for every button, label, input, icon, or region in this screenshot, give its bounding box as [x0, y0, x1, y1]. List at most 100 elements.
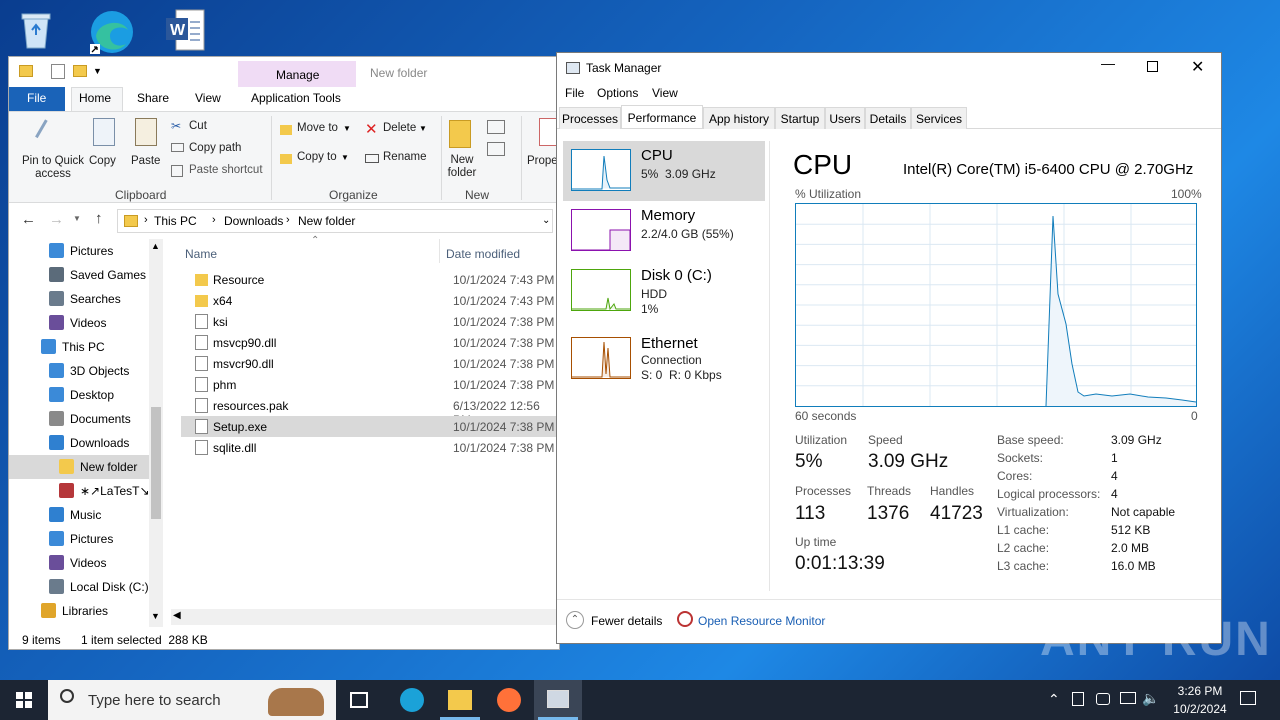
nav-item[interactable]: Videos [9, 311, 149, 335]
chevron-up-icon[interactable]: ⌃ [566, 611, 584, 629]
clock-time[interactable]: 3:26 PM [1160, 684, 1240, 698]
up-icon[interactable]: ↑ [95, 210, 103, 227]
nav-item[interactable]: ∗↗LaTesT↘S [9, 479, 158, 503]
fewer-details-button[interactable]: Fewer details [591, 614, 662, 628]
tab-app-history[interactable]: App history [703, 107, 775, 129]
menu-view[interactable]: View [652, 86, 678, 100]
tab-users[interactable]: Users [825, 107, 865, 129]
copy-path-button[interactable]: Copy path [189, 142, 241, 154]
move-to-button[interactable]: Move to [297, 122, 338, 134]
nav-item[interactable]: Saved Games [9, 263, 149, 287]
back-icon[interactable]: ← [21, 211, 36, 228]
chevron-down-icon[interactable]: ▼ [93, 66, 102, 76]
scroll-thumb[interactable] [151, 407, 161, 519]
tab-share[interactable]: Share [137, 91, 169, 105]
cut-button[interactable]: Cut [189, 120, 207, 132]
resource-ethernet[interactable]: Ethernet Connection S: 0 R: 0 Kbps [563, 329, 765, 389]
resource-cpu[interactable]: CPU 5% 3.09 GHz [563, 141, 765, 201]
new-item-icon[interactable] [487, 120, 505, 134]
easy-access-icon[interactable] [487, 142, 505, 156]
forward-icon[interactable]: → [49, 211, 64, 228]
paste-button[interactable]: Paste [131, 155, 160, 167]
nav-item[interactable]: Local Disk (C:) [9, 575, 149, 599]
nav-item[interactable]: Downloads [9, 431, 149, 455]
file-row[interactable]: msvcr90.dll 10/1/2024 7:38 PM [181, 353, 557, 374]
breadcrumb-this-pc[interactable]: This PC [154, 214, 197, 228]
clock-date[interactable]: 10/2/2024 [1160, 702, 1240, 716]
nav-item[interactable]: 3D Objects [9, 359, 149, 383]
tab-view[interactable]: View [195, 91, 221, 105]
camera-icon[interactable] [1096, 693, 1110, 705]
nav-item[interactable]: Documents [9, 407, 149, 431]
copy-to-button[interactable]: Copy to [297, 151, 337, 163]
column-date[interactable]: Date modified [446, 247, 520, 261]
file-row[interactable]: msvcp90.dll 10/1/2024 7:38 PM [181, 332, 557, 353]
task-manager-taskbar-button[interactable] [534, 680, 582, 720]
resource-memory[interactable]: Memory 2.2/4.0 GB (55%) [563, 201, 765, 261]
firefox-taskbar-icon[interactable] [497, 688, 521, 712]
start-button[interactable] [0, 680, 48, 720]
horizontal-scrollbar[interactable]: ◀ [171, 609, 561, 625]
tab-performance[interactable]: Performance [621, 105, 703, 128]
file-row[interactable]: Resource 10/1/2024 7:43 PM [181, 269, 557, 290]
nav-item[interactable]: Desktop [9, 383, 149, 407]
folder-quick-icon[interactable] [73, 65, 87, 77]
breadcrumb-downloads[interactable]: Downloads [224, 214, 283, 228]
pin-to-quick-access-button[interactable]: Pin to Quick access [15, 155, 91, 181]
nav-item[interactable]: Videos [9, 551, 149, 575]
file-row[interactable]: Setup.exe 10/1/2024 7:38 PM [181, 416, 557, 437]
new-folder-button[interactable]: New folder [443, 154, 481, 180]
copy-button[interactable]: Copy [89, 155, 116, 167]
close-button[interactable]: ✕ [1191, 57, 1204, 77]
address-bar[interactable]: › This PC › Downloads › New folder ⌄ [117, 209, 553, 233]
breadcrumb-new-folder[interactable]: New folder [298, 214, 355, 228]
show-hidden-icons-icon[interactable]: ⌃ [1048, 691, 1060, 708]
tab-application-tools[interactable]: Application Tools [251, 91, 341, 105]
recent-locations-icon[interactable]: ▼ [73, 214, 81, 223]
file-row[interactable]: resources.pak6/13/2022 12:56 PM [181, 395, 557, 427]
chevron-down-icon[interactable]: ⌄ [542, 215, 550, 226]
nav-item[interactable]: Searches [9, 287, 149, 311]
volume-icon[interactable]: 🔈 [1142, 690, 1159, 707]
task-view-icon[interactable] [350, 692, 368, 708]
nav-item[interactable]: Music [9, 503, 149, 527]
scroll-left-icon[interactable]: ◀ [173, 610, 181, 621]
word-icon[interactable]: W [164, 8, 208, 52]
search-box[interactable]: Type here to search [48, 680, 336, 720]
file-row[interactable]: sqlite.dll 10/1/2024 7:38 PM [181, 437, 557, 458]
paste-shortcut-button[interactable]: Paste shortcut [189, 164, 263, 176]
scroll-down-icon[interactable]: ▼ [151, 611, 160, 621]
file-date: 10/1/2024 7:38 PM [453, 420, 555, 434]
file-row[interactable]: phm 10/1/2024 7:38 PM [181, 374, 557, 395]
notifications-icon[interactable] [1240, 691, 1256, 705]
menu-options[interactable]: Options [597, 86, 638, 100]
resource-disk[interactable]: Disk 0 (C:) HDD 1% [563, 261, 765, 321]
column-name[interactable]: Name [185, 247, 217, 261]
network-icon[interactable] [1120, 692, 1136, 704]
nav-scrollbar[interactable]: ▲ ▼ [149, 239, 163, 627]
nav-item[interactable]: Pictures [9, 239, 149, 263]
nav-item[interactable]: This PC [9, 335, 149, 359]
scroll-up-icon[interactable]: ▲ [151, 241, 160, 251]
delete-button[interactable]: Delete [383, 122, 416, 134]
file-row[interactable]: ksi 10/1/2024 7:38 PM [181, 311, 557, 332]
edge-icon[interactable] [88, 8, 133, 54]
menu-file[interactable]: File [565, 86, 584, 100]
recycle-bin-icon[interactable] [14, 8, 58, 52]
tablet-icon[interactable] [1072, 692, 1084, 706]
tab-processes[interactable]: Processes [559, 107, 621, 129]
file-row[interactable]: x64 10/1/2024 7:43 PM [181, 290, 557, 311]
nav-item[interactable]: New folder [9, 455, 149, 479]
maximize-button[interactable] [1147, 61, 1158, 72]
tab-services[interactable]: Services [911, 107, 967, 129]
rename-button[interactable]: Rename [383, 151, 426, 163]
tab-startup[interactable]: Startup [775, 107, 825, 129]
properties-icon[interactable] [51, 64, 65, 79]
open-resource-monitor-link[interactable]: Open Resource Monitor [698, 614, 825, 628]
nav-item[interactable]: Pictures [9, 527, 149, 551]
tab-details[interactable]: Details [865, 107, 911, 129]
minimize-button[interactable]: — [1101, 55, 1115, 71]
file-explorer-taskbar-icon[interactable] [448, 690, 472, 710]
edge-taskbar-icon[interactable] [400, 688, 424, 712]
nav-item[interactable]: Libraries [9, 599, 149, 623]
